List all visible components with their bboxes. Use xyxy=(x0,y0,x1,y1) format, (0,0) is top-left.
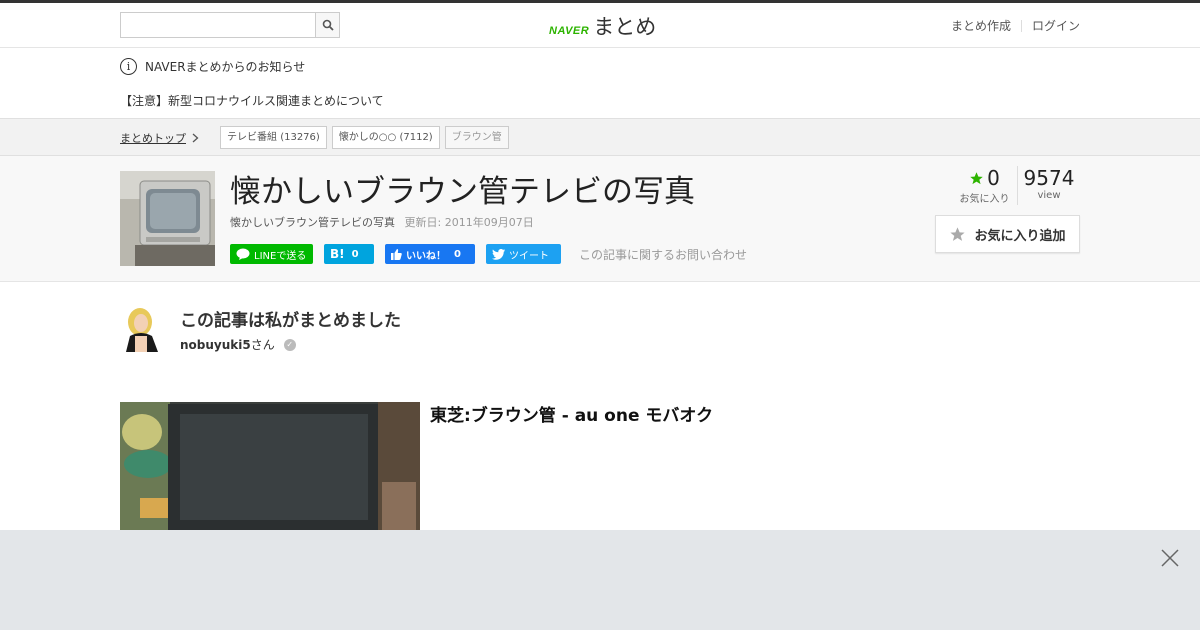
article-thumbnail[interactable] xyxy=(120,171,215,266)
thumbs-up-icon xyxy=(391,248,402,260)
ad-overlay xyxy=(0,530,1200,630)
site-header: NAVER まとめ まとめ作成 ログイン xyxy=(0,3,1200,48)
line-share-label: LINEで送る xyxy=(254,250,307,262)
facebook-like-count: 0 xyxy=(454,248,461,260)
close-icon xyxy=(1161,549,1179,567)
view-count: 9574 xyxy=(1023,166,1075,190)
tag-count: (7112) xyxy=(399,132,433,143)
favorite-count: 0 xyxy=(987,166,1000,190)
author-box: この記事は私がまとめました nobuyuki5さん ✓ xyxy=(120,306,620,356)
crt-tv-image xyxy=(120,171,215,266)
tag-label: テレビ番組 xyxy=(227,132,277,143)
notice-heading-row: i NAVERまとめからのお知らせ xyxy=(120,58,305,75)
breadcrumb: まとめトップ テレビ番組 (13276) 懐かしの○○ (7112) ブラウン管 xyxy=(0,118,1200,156)
author-heading: この記事は私がまとめました xyxy=(180,311,401,331)
hatena-bookmark-button[interactable]: B! 0 xyxy=(324,244,374,264)
site-logo[interactable]: NAVER まとめ xyxy=(549,11,656,41)
view-stat: 9574 view xyxy=(1018,166,1080,205)
item-title[interactable]: 東芝:ブラウン管 - au one モバオク xyxy=(430,401,713,426)
avatar[interactable] xyxy=(120,306,164,352)
line-icon xyxy=(236,248,250,260)
add-favorite-button[interactable]: お気に入り追加 xyxy=(935,215,1080,253)
search-icon xyxy=(322,19,334,31)
search-input[interactable] xyxy=(120,12,315,38)
facebook-like-button[interactable]: いいね！ 0 xyxy=(385,244,475,264)
star-outline-icon xyxy=(950,226,966,241)
close-button[interactable] xyxy=(1160,548,1180,568)
breadcrumb-top-link[interactable]: まとめトップ xyxy=(120,130,199,146)
notice-area: i NAVERまとめからのお知らせ 【注意】新型コロナウイルス関連まとめについて xyxy=(0,48,1200,118)
page-title: 懐かしいブラウン管テレビの写真 xyxy=(230,174,695,210)
twitter-bird-icon xyxy=(492,248,505,260)
article-header: 懐かしいブラウン管テレビの写真 懐かしいブラウン管テレビの写真 更新日: 201… xyxy=(0,156,1200,282)
line-share-button[interactable]: LINEで送る xyxy=(230,244,313,264)
author-name-row: nobuyuki5さん ✓ xyxy=(180,336,296,353)
logo-matome: まとめ xyxy=(593,15,657,39)
breadcrumb-tags: テレビ番組 (13276) 懐かしの○○ (7112) ブラウン管 xyxy=(220,126,509,149)
facebook-like-label: いいね！ xyxy=(406,250,446,262)
item-image[interactable] xyxy=(120,402,420,530)
create-matome-link[interactable]: まとめ作成 xyxy=(951,17,1011,34)
article-description: 懐かしいブラウン管テレビの写真 xyxy=(230,216,395,229)
hatena-count: 0 xyxy=(351,248,359,260)
favorite-stat: 0 お気に入り xyxy=(952,166,1018,205)
info-icon: i xyxy=(120,58,137,75)
tag-count: (13276) xyxy=(280,132,320,143)
author-avatar-image xyxy=(120,306,164,352)
favorite-label: お気に入り xyxy=(959,194,1010,205)
share-bar: LINEで送る B! 0 いいね！ 0 ツイート この記事に関するお問い合わせ xyxy=(230,244,747,264)
tag-label: 懐かしの○○ xyxy=(338,132,397,143)
search-box xyxy=(120,12,340,38)
article-contact-link[interactable]: この記事に関するお問い合わせ xyxy=(579,246,747,263)
star-icon xyxy=(970,171,983,184)
logo-naver: NAVER xyxy=(549,25,590,37)
tweet-label: ツイート xyxy=(509,250,549,262)
tag-tv-programs[interactable]: テレビ番組 (13276) xyxy=(220,126,327,149)
tag-crt[interactable]: ブラウン管 xyxy=(444,126,509,149)
header-links: まとめ作成 ログイン xyxy=(951,17,1080,34)
view-label: view xyxy=(1037,190,1061,201)
author-username[interactable]: nobuyuki5 xyxy=(180,338,251,352)
header-divider xyxy=(1020,19,1022,32)
article-subline: 懐かしいブラウン管テレビの写真 更新日: 2011年09月07日 xyxy=(230,214,534,230)
add-favorite-label: お気に入り追加 xyxy=(974,228,1066,244)
notice-link[interactable]: 【注意】新型コロナウイルス関連まとめについて xyxy=(120,92,384,109)
hatena-icon: B! xyxy=(330,247,345,261)
crt-tv-photo xyxy=(120,402,420,530)
tag-label: ブラウン管 xyxy=(451,132,502,143)
login-link[interactable]: ログイン xyxy=(1032,17,1080,34)
notice-heading: NAVERまとめからのお知らせ xyxy=(145,60,306,74)
search-button[interactable] xyxy=(315,12,340,38)
tag-nostalgic[interactable]: 懐かしの○○ (7112) xyxy=(331,126,440,149)
updated-date: 更新日: 2011年09月07日 xyxy=(404,216,534,229)
chevron-right-icon xyxy=(192,133,199,143)
tweet-button[interactable]: ツイート xyxy=(486,244,561,264)
breadcrumb-top-label: まとめトップ xyxy=(120,132,186,145)
author-suffix: さん xyxy=(250,338,275,352)
article-stats: 0 お気に入り 9574 view xyxy=(952,166,1080,205)
verified-check-icon: ✓ xyxy=(283,338,296,351)
